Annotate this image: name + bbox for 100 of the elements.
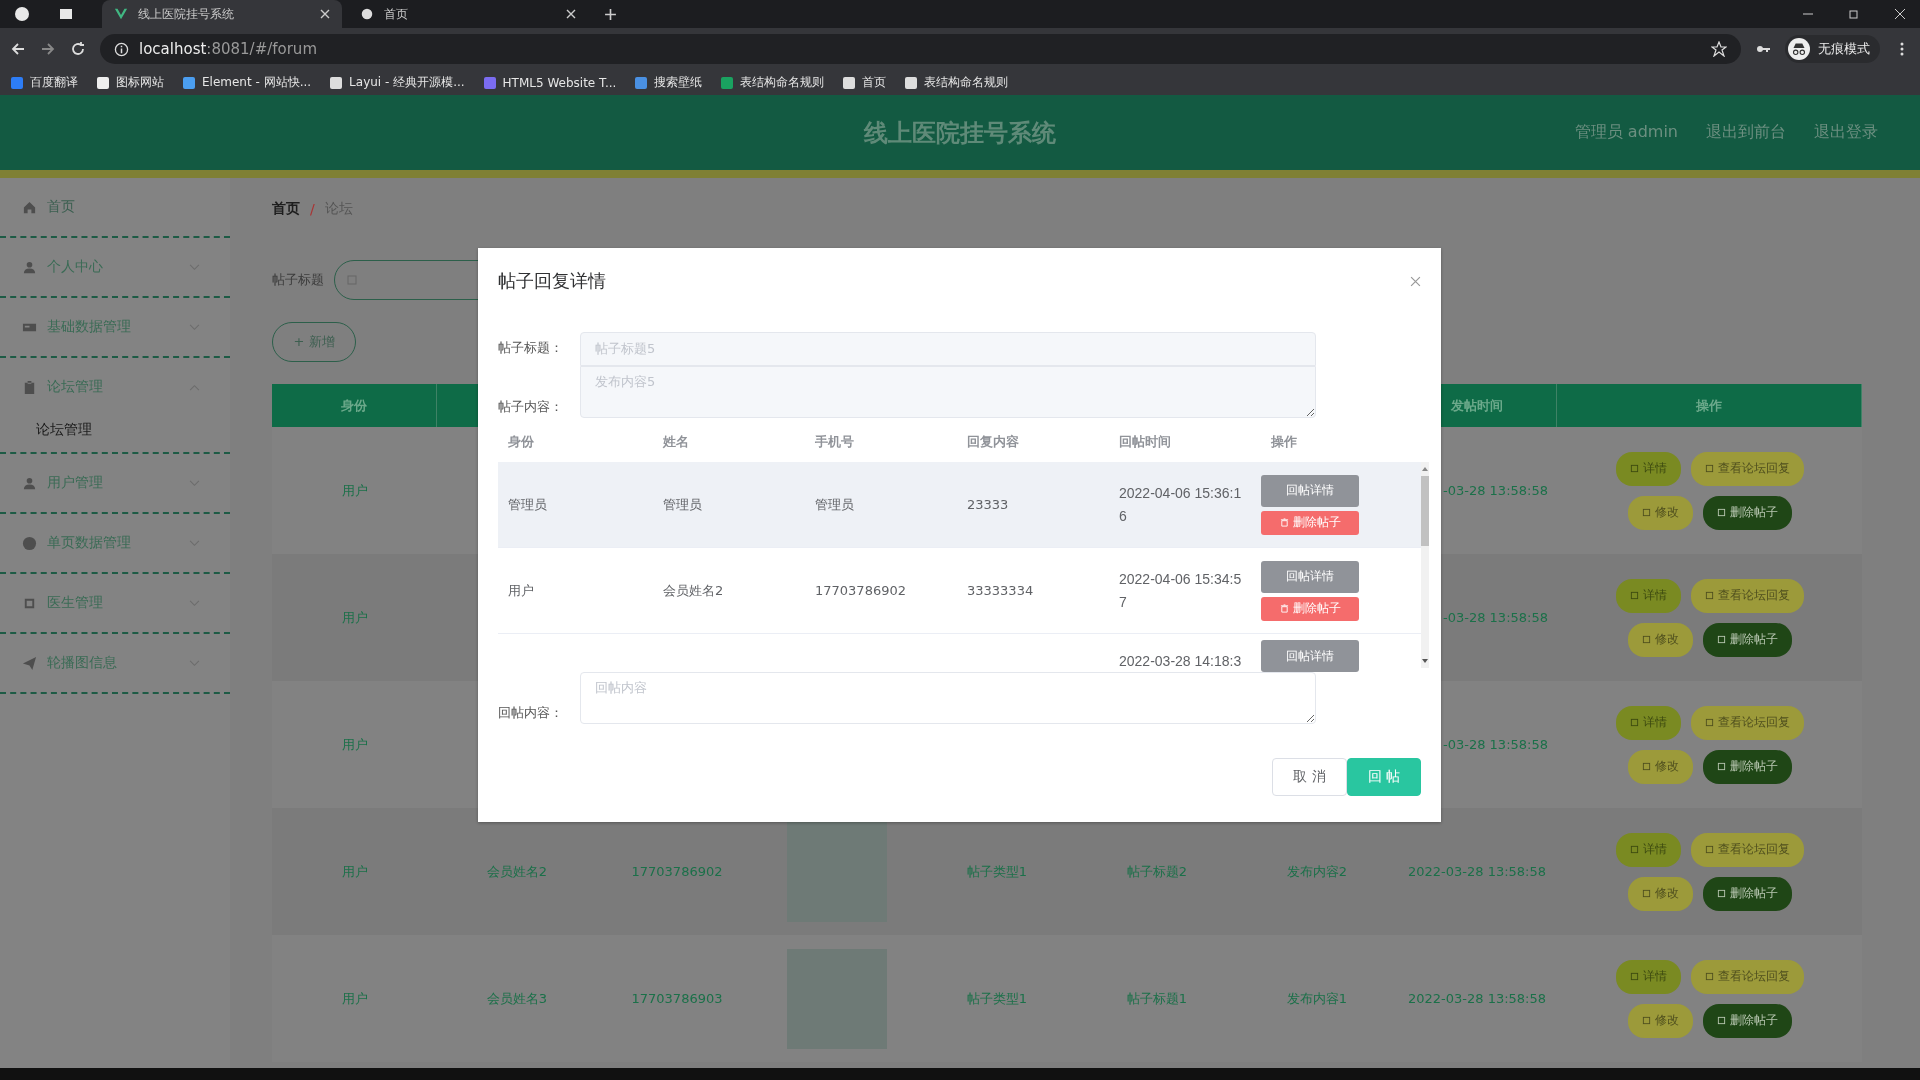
close-icon[interactable] <box>1894 8 1906 20</box>
sidebar-item[interactable]: 首页 <box>0 182 230 232</box>
action-button[interactable]: 回帖详情 <box>1261 560 1359 593</box>
sidebar-item[interactable]: 单页数据管理 <box>0 518 230 568</box>
action-button[interactable]: 详情 <box>1615 578 1681 613</box>
button-icon <box>1629 591 1639 600</box>
action-button[interactable]: 修改 <box>1627 749 1693 784</box>
dialog-title: 帖子回复详情 <box>498 269 606 293</box>
browser-tab[interactable]: 线上医院挂号系统 <box>102 0 342 28</box>
scrollbar[interactable] <box>1421 462 1429 668</box>
reload-icon[interactable] <box>70 41 86 57</box>
table-row[interactable]: 管理员 管理员 管理员 23333 2022-04-06 15:36:16 回帖详情 删除帖子 <box>498 462 1421 548</box>
sidebar-item[interactable]: 论坛管理 <box>0 362 230 412</box>
bookmark-icon <box>329 75 344 90</box>
address-bar[interactable]: localhost:8081/#/forum <box>100 34 1741 64</box>
bookmark[interactable]: Element - 网站快... <box>182 74 312 91</box>
action-button[interactable]: 删除帖子 <box>1702 749 1792 784</box>
breadcrumb-separator: / <box>310 201 315 217</box>
action-button[interactable]: 删除帖子 <box>1261 596 1359 621</box>
browser-menu-icon[interactable] <box>14 6 30 22</box>
action-button[interactable]: 详情 <box>1615 451 1681 486</box>
action-button[interactable]: 删除帖子 <box>1702 622 1792 657</box>
table-cell: 2022-03-28 13:58:58 <box>1407 864 1547 879</box>
column-header: 身份 <box>507 433 535 451</box>
scroll-up-icon[interactable] <box>1421 466 1429 472</box>
sidebar-item[interactable]: 用户管理 <box>0 458 230 508</box>
incognito-icon <box>1788 38 1810 60</box>
action-button[interactable]: 详情 <box>1615 959 1681 994</box>
header-link[interactable]: 管理员 admin <box>1574 122 1678 143</box>
button-icon <box>1716 508 1726 517</box>
back-icon[interactable] <box>10 41 26 57</box>
incognito-button[interactable]: 无痕模式 <box>1785 35 1880 63</box>
action-button[interactable]: 查看论坛回复 <box>1690 578 1804 613</box>
bookmark[interactable]: 搜索壁纸 <box>634 74 703 91</box>
action-button[interactable]: 详情 <box>1615 705 1681 740</box>
field-label: 回帖内容： <box>498 704 564 722</box>
sidebar-subitem[interactable]: 论坛管理 <box>0 412 230 448</box>
sidebar-item[interactable]: 轮播图信息 <box>0 638 230 688</box>
bookmark[interactable]: 百度翻译 <box>10 74 78 91</box>
action-button[interactable]: 删除帖子 <box>1702 495 1792 530</box>
close-icon[interactable] <box>320 9 330 19</box>
bookmark[interactable]: Layui - 经典开源模... <box>329 74 465 91</box>
button-icon <box>1629 972 1639 981</box>
column-header: 姓名 <box>662 433 690 451</box>
table-cell-text: 用户 <box>340 608 369 627</box>
bookmark-icon <box>96 75 110 90</box>
table-row[interactable]: 用户 会员姓名2 17703786902 33333334 2022-04-06 15:34:57 回帖详情 删除帖子 <box>498 548 1421 634</box>
trash-icon <box>1279 518 1289 527</box>
url-text: localhost:8081/#/forum <box>139 40 318 58</box>
action-button[interactable]: 回帖详情 <box>1261 474 1359 507</box>
cancel-button[interactable]: 取 消 <box>1272 758 1347 796</box>
action-button[interactable]: 回帖详情 <box>1261 640 1359 672</box>
breadcrumb-item[interactable]: 首页 <box>272 200 300 218</box>
scroll-down-icon[interactable] <box>1421 658 1429 664</box>
table-cell: 用户 <box>508 582 534 598</box>
table-cell: 2022-04-06 15:36:16 <box>1119 485 1242 524</box>
button-icon <box>1641 1016 1651 1025</box>
action-button[interactable]: 修改 <box>1627 876 1693 911</box>
action-button[interactable]: 删除帖子 <box>1261 510 1359 535</box>
action-button[interactable]: 修改 <box>1627 495 1693 530</box>
table-row[interactable]: 2022-03-28 14:18:3 回帖详情 <box>498 634 1421 672</box>
button-icon <box>1716 635 1726 644</box>
action-button[interactable]: 查看论坛回复 <box>1690 451 1804 486</box>
action-button[interactable]: 删除帖子 <box>1702 1003 1792 1038</box>
sidebar-item[interactable]: 医生管理 <box>0 578 230 628</box>
tab-title: 首页 <box>384 5 409 23</box>
menu-icon <box>22 199 37 215</box>
menu-icon <box>22 655 37 671</box>
table-cell: 帖子标题1 <box>1126 989 1188 1008</box>
new-tab-icon[interactable] <box>604 7 617 21</box>
action-button[interactable]: 修改 <box>1627 622 1693 657</box>
submit-button[interactable]: 回 帖 <box>1346 758 1421 796</box>
favicon-icon <box>360 7 374 21</box>
star-icon[interactable] <box>1711 41 1727 57</box>
browser-tab[interactable]: 首页 <box>348 0 588 28</box>
restore-icon[interactable] <box>1848 8 1860 20</box>
action-button[interactable]: 修改 <box>1627 1003 1693 1038</box>
app-title: 线上医院挂号系统 <box>864 117 1056 149</box>
sidebar-item[interactable]: 个人中心 <box>0 242 230 292</box>
action-button[interactable]: 查看论坛回复 <box>1690 832 1804 867</box>
tab-list-icon[interactable] <box>58 6 74 22</box>
table-cell: 23333 <box>967 497 1009 512</box>
table-cell: 管理员 <box>663 496 702 512</box>
bookmark[interactable]: 首页 <box>842 74 887 91</box>
header-link[interactable]: 退出到前台 <box>1706 122 1786 143</box>
close-icon[interactable] <box>566 9 576 19</box>
column-header: 操作 <box>1270 433 1298 451</box>
bookmark[interactable]: 图标网站 <box>96 74 164 91</box>
table-cell: 帖子类型1 <box>966 989 1028 1008</box>
sidebar-item[interactable]: 基础数据管理 <box>0 302 230 352</box>
action-button[interactable]: 查看论坛回复 <box>1690 959 1804 994</box>
action-button[interactable]: 详情 <box>1615 832 1681 867</box>
button-icon <box>1629 718 1639 727</box>
bookmark[interactable]: 表结构命名规则 <box>720 74 825 91</box>
header-link[interactable]: 退出登录 <box>1814 122 1878 143</box>
action-button[interactable]: 查看论坛回复 <box>1690 705 1804 740</box>
action-button[interactable]: 删除帖子 <box>1702 876 1792 911</box>
forward-icon[interactable] <box>40 41 56 57</box>
bookmark[interactable]: 表结构命名规则 <box>904 74 1009 91</box>
bookmark[interactable]: HTML5 Website T... <box>482 75 617 90</box>
